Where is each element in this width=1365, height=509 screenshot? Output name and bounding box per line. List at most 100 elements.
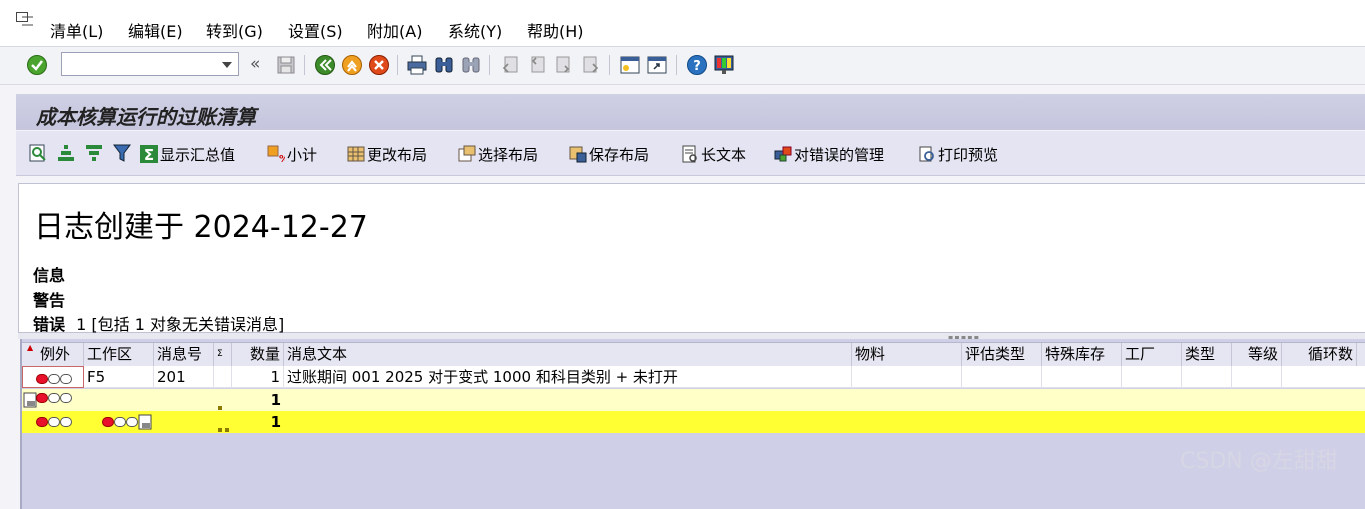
print-preview-button[interactable]: 打印预览 bbox=[918, 143, 998, 165]
print-preview-icon bbox=[919, 146, 934, 162]
col-valuation-type[interactable]: 评估类型 bbox=[962, 343, 1042, 366]
menu-goto[interactable]: 转到(G) bbox=[206, 18, 263, 42]
table-row[interactable]: F5 201 1 过账期间 001 2025 对于变式 1000 和科目类别 +… bbox=[22, 366, 1365, 388]
menu-help[interactable]: 帮助(H) bbox=[527, 18, 584, 42]
material-cell[interactable] bbox=[852, 366, 962, 388]
shortcut-icon[interactable] bbox=[646, 54, 668, 76]
details-icon[interactable] bbox=[28, 143, 48, 163]
work-area-cell[interactable]: F5 bbox=[84, 366, 154, 388]
valuation-type-cell[interactable] bbox=[962, 366, 1042, 388]
total-quantity[interactable]: 1 bbox=[232, 411, 284, 433]
last-page-icon[interactable] bbox=[580, 54, 602, 76]
traffic-light-red-icon bbox=[102, 417, 138, 427]
col-level[interactable]: 等级 bbox=[1232, 343, 1282, 366]
menu-system[interactable]: 系统(Y) bbox=[448, 18, 502, 42]
subtotal-row[interactable]: 1 bbox=[22, 389, 1365, 411]
previous-page-icon[interactable] bbox=[526, 54, 548, 76]
first-page-icon[interactable] bbox=[499, 54, 521, 76]
menu-icon[interactable] bbox=[16, 12, 34, 26]
col-sum[interactable]: Σ bbox=[214, 343, 232, 366]
message-text-cell[interactable]: 过账期间 001 2025 对于变式 1000 和科目类别 + 未打开 bbox=[284, 366, 852, 388]
show-totals-button[interactable]: Σ 显示汇总值 bbox=[140, 143, 235, 165]
col-exception[interactable]: 例外 bbox=[22, 343, 84, 366]
menu-bar: 清单(L) 编辑(E) 转到(G) 设置(S) 附加(A) 系统(Y) 帮助(H… bbox=[0, 0, 1365, 47]
change-layout-label: 更改布局 bbox=[367, 145, 428, 164]
special-stock-cell[interactable] bbox=[1042, 366, 1122, 388]
col-type[interactable]: 类型 bbox=[1182, 343, 1232, 366]
command-field[interactable] bbox=[61, 52, 239, 76]
exception-cell[interactable] bbox=[22, 366, 84, 388]
separator bbox=[397, 55, 398, 75]
alv-toolbar: Σ 显示汇总值 % 小计 更改布局 选择布局 保存布局 bbox=[16, 131, 1365, 176]
traffic-light-red-icon bbox=[36, 373, 72, 384]
quantity-cell[interactable]: 1 bbox=[232, 366, 284, 388]
layout-menu-icon[interactable] bbox=[713, 54, 735, 76]
command-input[interactable] bbox=[65, 54, 219, 76]
create-session-icon[interactable] bbox=[619, 54, 641, 76]
find-icon[interactable] bbox=[433, 54, 455, 76]
ok-check-icon[interactable] bbox=[26, 54, 48, 76]
sum-cell[interactable] bbox=[214, 366, 232, 388]
col-work-area[interactable]: 工作区 bbox=[84, 343, 154, 366]
sort-ascending-icon[interactable] bbox=[56, 143, 76, 163]
menu-edit[interactable]: 编辑(E) bbox=[128, 18, 183, 42]
next-page-icon[interactable] bbox=[553, 54, 575, 76]
print-icon[interactable] bbox=[406, 54, 428, 76]
col-message-text[interactable]: 消息文本 bbox=[284, 343, 852, 366]
total-row[interactable]: 1 bbox=[22, 411, 1365, 433]
save-layout-button[interactable]: 保存布局 bbox=[569, 143, 649, 165]
page-title: 成本核算运行的过账清算 bbox=[36, 105, 256, 129]
level-cell[interactable] bbox=[1232, 366, 1282, 388]
menu-extras[interactable]: 附加(A) bbox=[367, 18, 422, 42]
exit-icon[interactable] bbox=[341, 54, 363, 76]
total-dots-icon bbox=[218, 420, 232, 438]
log-header: 日志创建于 2024-12-27 信息 警告 错误 1 [包括 1 对象无关错误… bbox=[18, 183, 1365, 335]
select-layout-button[interactable]: 选择布局 bbox=[458, 143, 538, 165]
col-loop-count[interactable]: 循环数 bbox=[1282, 343, 1357, 366]
back-icon[interactable] bbox=[314, 54, 336, 76]
long-text-icon bbox=[682, 145, 697, 163]
filter-icon[interactable] bbox=[112, 143, 132, 163]
svg-text:?: ? bbox=[693, 59, 701, 74]
error-row: 错误 1 [包括 1 对象无关错误消息] bbox=[33, 311, 284, 335]
error-management-button[interactable]: 对错误的管理 bbox=[774, 143, 884, 165]
type-cell[interactable] bbox=[1182, 366, 1232, 388]
plant-cell[interactable] bbox=[1122, 366, 1182, 388]
col-message-no[interactable]: 消息号 bbox=[154, 343, 214, 366]
traffic-light-red-icon bbox=[36, 417, 72, 427]
error-label: 错误 bbox=[33, 315, 66, 334]
select-layout-icon bbox=[458, 145, 476, 162]
message-no-cell[interactable]: 201 bbox=[154, 366, 214, 388]
warning-label: 警告 bbox=[33, 291, 66, 310]
subtotal-label: 小计 bbox=[287, 145, 318, 164]
menu-settings[interactable]: 设置(S) bbox=[288, 18, 343, 42]
separator bbox=[609, 55, 610, 75]
subtotal-marker-icon bbox=[23, 392, 37, 408]
save-layout-icon bbox=[569, 146, 587, 163]
find-next-icon[interactable] bbox=[460, 54, 482, 76]
help-icon[interactable]: ? bbox=[686, 54, 708, 76]
sort-descending-icon[interactable] bbox=[84, 143, 104, 163]
subtotal-button[interactable]: % 小计 bbox=[267, 143, 317, 165]
col-material[interactable]: 物料 bbox=[852, 343, 962, 366]
change-layout-button[interactable]: 更改布局 bbox=[347, 143, 427, 165]
subtotal-quantity[interactable]: 1 bbox=[232, 389, 284, 411]
col-plant[interactable]: 工厂 bbox=[1122, 343, 1182, 366]
chevron-down-icon[interactable] bbox=[222, 62, 232, 68]
watermark: CSDN @左甜甜 bbox=[1180, 449, 1338, 474]
select-layout-label: 选择布局 bbox=[478, 145, 539, 164]
separator bbox=[676, 55, 677, 75]
cancel-icon[interactable] bbox=[368, 54, 390, 76]
print-preview-label: 打印预览 bbox=[938, 145, 999, 164]
loop-count-cell[interactable] bbox=[1282, 366, 1365, 388]
save-icon[interactable] bbox=[275, 54, 297, 76]
total-marker-icon bbox=[138, 414, 152, 430]
col-quantity[interactable]: 数量 bbox=[232, 343, 284, 366]
menu-list[interactable]: 清单(L) bbox=[50, 18, 103, 42]
col-special-stock[interactable]: 特殊库存 bbox=[1042, 343, 1122, 366]
long-text-button[interactable]: 长文本 bbox=[681, 143, 746, 165]
save-layout-label: 保存布局 bbox=[589, 145, 650, 164]
grid-header: ▲ 例外 工作区 消息号 Σ 数量 消息文本 物料 评估类型 特殊库存 工厂 类… bbox=[22, 342, 1365, 367]
error-management-icon bbox=[774, 146, 792, 162]
collapse-icon[interactable]: « bbox=[250, 54, 260, 74]
